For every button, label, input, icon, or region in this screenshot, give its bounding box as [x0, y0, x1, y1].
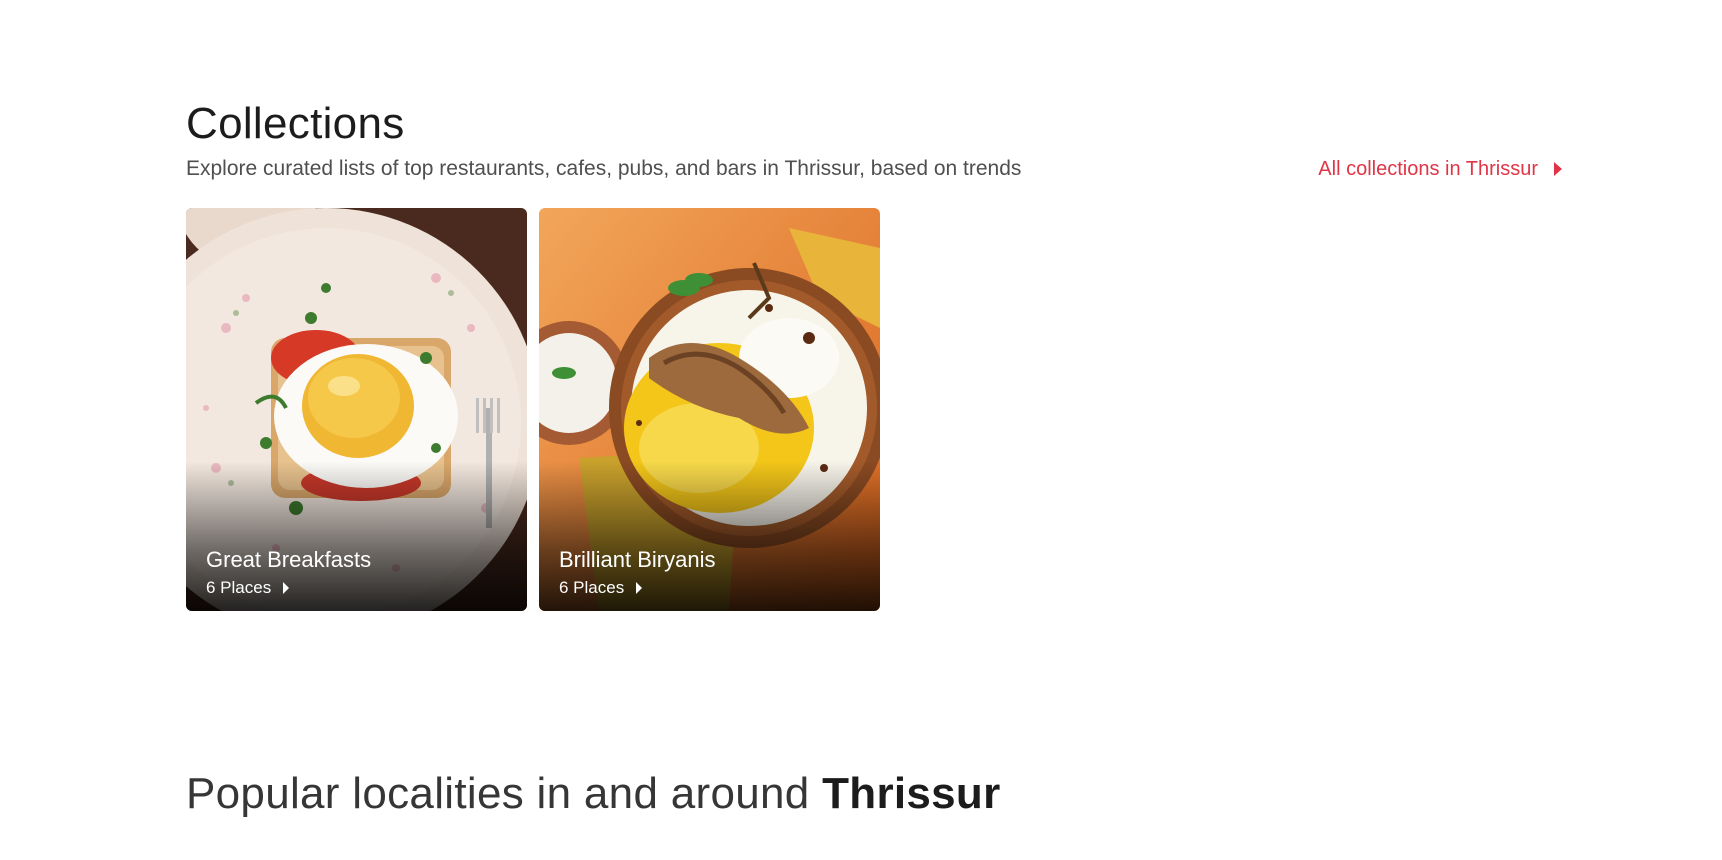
caret-right-icon	[1554, 162, 1562, 176]
card-count: 6 Places	[206, 577, 371, 599]
card-count: 6 Places	[559, 577, 716, 599]
collections-subtitle-row: Explore curated lists of top restaurants…	[186, 154, 1566, 184]
collections-subtitle: Explore curated lists of top restaurants…	[186, 157, 1022, 180]
card-text: Great Breakfasts 6 Places	[206, 545, 371, 599]
collections-section: Collections Explore curated lists of top…	[186, 96, 1566, 611]
collections-title: Collections	[186, 99, 405, 148]
collection-card-brilliant-biryanis[interactable]: Brilliant Biryanis 6 Places	[539, 208, 880, 611]
card-count-label: 6 Places	[559, 578, 625, 597]
all-collections-label: All collections in Thrissur	[1318, 157, 1538, 180]
localities-heading-city: Thrissur	[822, 769, 1001, 818]
collection-cards: Great Breakfasts 6 Places Brilliant Biry…	[186, 208, 1566, 611]
localities-heading-prefix: Popular localities in and around	[186, 769, 810, 818]
collection-card-great-breakfasts[interactable]: Great Breakfasts 6 Places	[186, 208, 527, 611]
all-collections-link[interactable]: All collections in Thrissur	[1318, 158, 1562, 181]
card-count-label: 6 Places	[206, 578, 272, 597]
localities-heading: Popular localities in and around Thrissu…	[186, 766, 1001, 822]
card-text: Brilliant Biryanis 6 Places	[559, 545, 716, 599]
card-title: Great Breakfasts	[206, 547, 372, 572]
caret-right-icon	[636, 582, 643, 594]
card-title: Brilliant Biryanis	[559, 547, 716, 572]
page: Collections Explore curated lists of top…	[0, 0, 1722, 860]
caret-right-icon	[283, 582, 290, 594]
